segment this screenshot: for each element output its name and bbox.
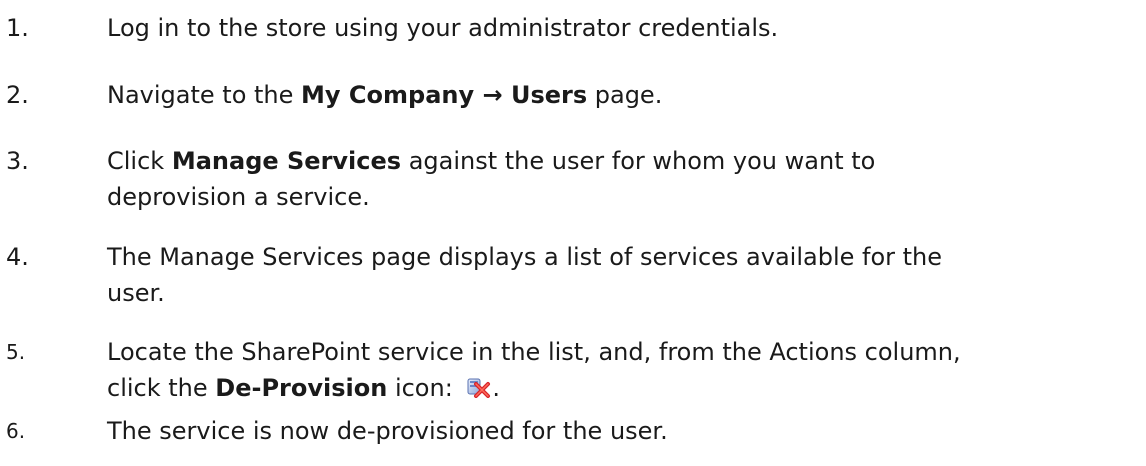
menu-my-company: My Company bbox=[301, 81, 475, 109]
step-5-pre: click the bbox=[107, 374, 216, 402]
step-number: 2. bbox=[6, 81, 29, 109]
step-text: Log in to the store using your administr… bbox=[107, 10, 1137, 46]
step-number: 6. bbox=[6, 419, 26, 443]
step-5-icon-text: icon: bbox=[387, 374, 461, 402]
step-3-line2: deprovision a service. bbox=[107, 183, 370, 211]
step-3-line1-post: against the user for whom you want to bbox=[401, 147, 876, 175]
de-provision-label: De-Provision bbox=[215, 374, 388, 402]
step-text: The Manage Services page displays a list… bbox=[107, 239, 1137, 311]
step-4-line1: The Manage Services page displays a list… bbox=[107, 243, 943, 271]
step-text: Locate the SharePoint service in the lis… bbox=[107, 334, 1137, 406]
step-4-line2: user. bbox=[107, 279, 165, 307]
step-text: The service is now de-provisioned for th… bbox=[107, 413, 1137, 449]
step-number: 5. bbox=[6, 340, 26, 364]
step-2-post: page. bbox=[587, 81, 663, 109]
step-5-end: . bbox=[492, 374, 501, 402]
step-text: Click Manage Services against the user f… bbox=[107, 143, 1137, 215]
step-2-pre: Navigate to the bbox=[107, 81, 302, 109]
manage-services-label: Manage Services bbox=[171, 147, 402, 175]
menu-users: Users bbox=[510, 81, 588, 109]
step-5-line1: Locate the SharePoint service in the lis… bbox=[107, 338, 961, 366]
arrow-icon: → bbox=[474, 81, 511, 109]
step-1-text: Log in to the store using your administr… bbox=[107, 14, 779, 42]
step-3-pre: Click bbox=[107, 147, 172, 175]
step-number: 4. bbox=[6, 243, 29, 271]
step-6-text: The service is now de-provisioned for th… bbox=[107, 417, 668, 445]
step-text: Navigate to the My Company → Users page. bbox=[107, 77, 1137, 113]
step-number: 3. bbox=[6, 147, 29, 175]
step-number: 1. bbox=[6, 14, 29, 42]
de-provision-icon bbox=[466, 376, 492, 398]
